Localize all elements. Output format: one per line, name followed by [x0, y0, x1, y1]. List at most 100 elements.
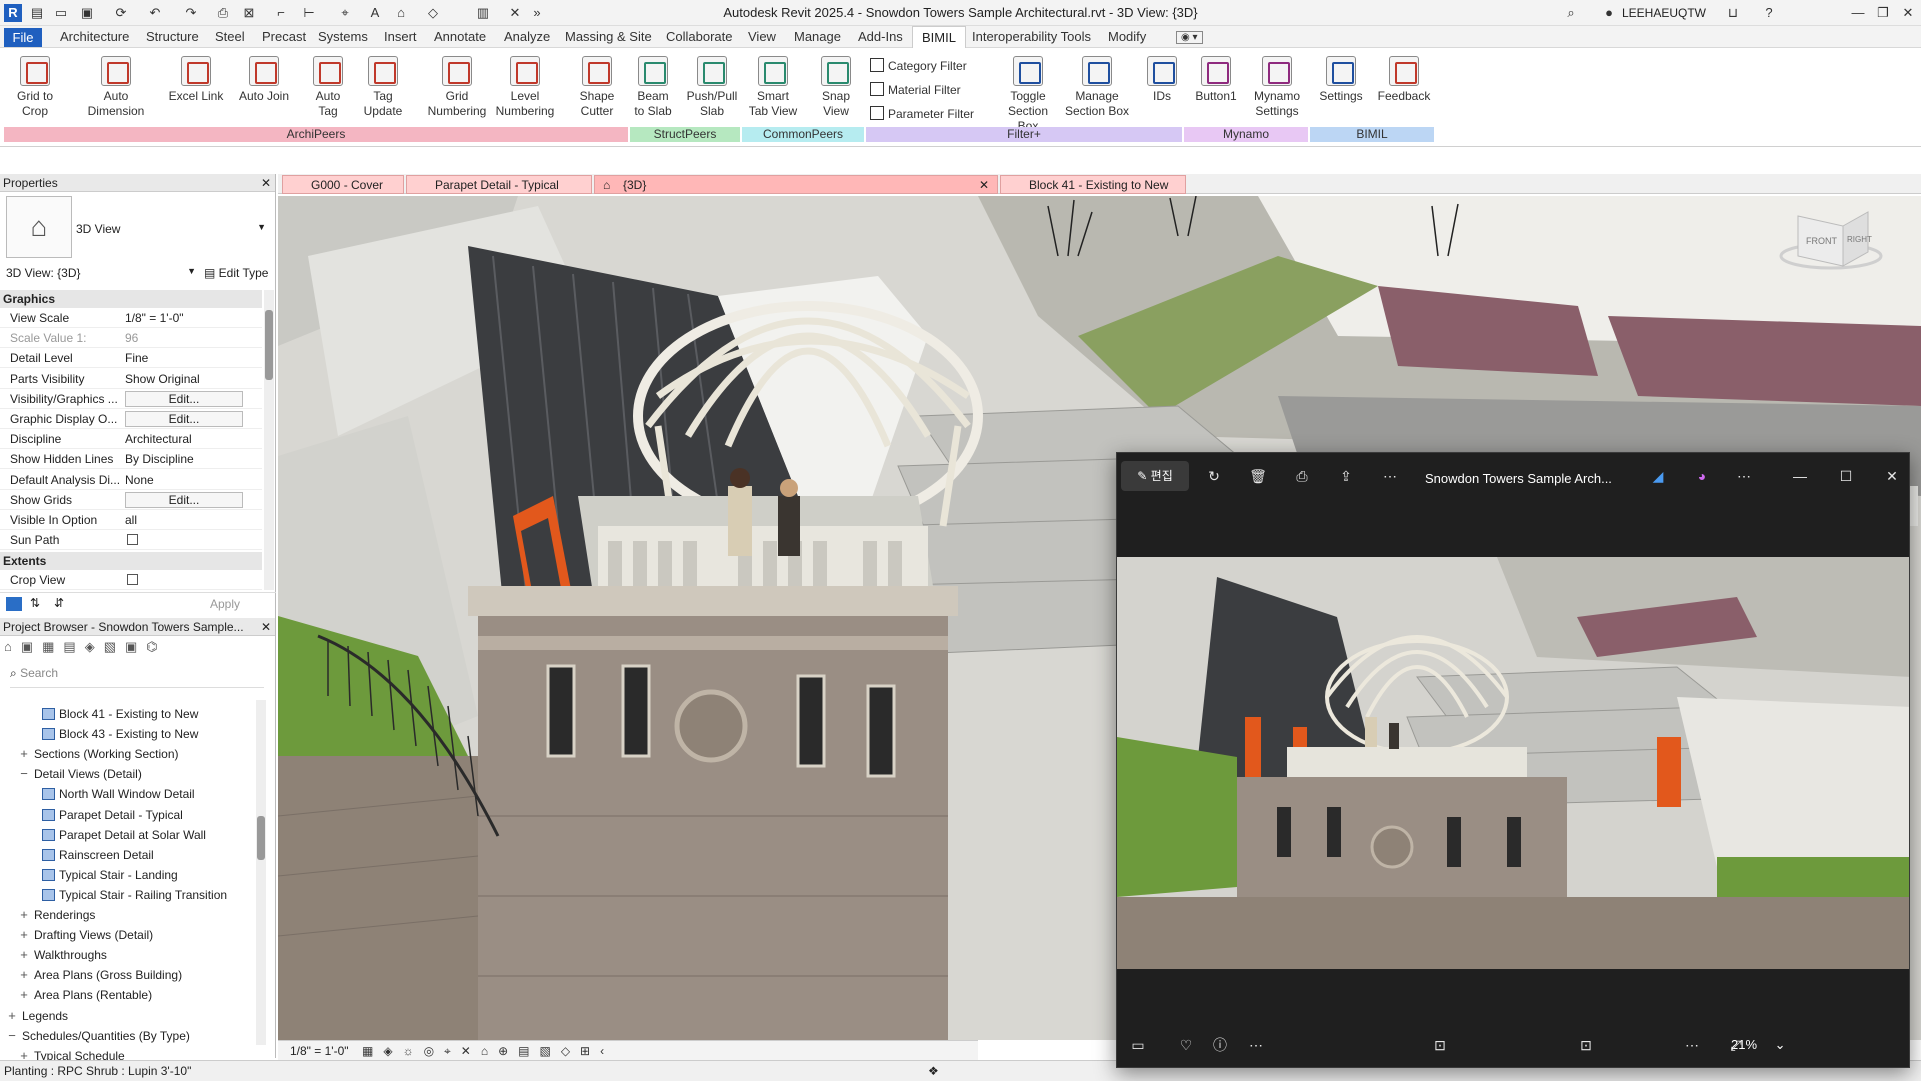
- browser-item[interactable]: + Legends: [6, 1006, 68, 1026]
- shape-cutter-button[interactable]: Shape Cutter: [574, 56, 620, 119]
- expand-icon[interactable]: +: [18, 985, 30, 1005]
- copilot-icon[interactable]: ◕: [1689, 464, 1715, 488]
- tab-g000-cover[interactable]: G000 - Cover: [282, 175, 404, 194]
- level-numbering-button[interactable]: Level Numbering: [492, 56, 558, 119]
- tab-collaborate[interactable]: Collaborate: [666, 29, 733, 44]
- panel-bimil[interactable]: BIMIL: [1310, 127, 1434, 142]
- sort-descending-icon[interactable]: ⇵: [54, 596, 64, 610]
- info-icon[interactable]: ⓘ: [1207, 1033, 1233, 1057]
- excel-link-button[interactable]: Excel Link: [166, 56, 226, 104]
- tab-add-ins[interactable]: Add-Ins: [858, 29, 903, 44]
- share-icon[interactable]: ⇪: [1333, 464, 1359, 488]
- browser-item[interactable]: + Sections (Working Section): [18, 744, 178, 764]
- grid-to-crop-button[interactable]: Grid to Crop: [10, 56, 60, 119]
- minimize-button[interactable]: —: [1846, 3, 1870, 23]
- fullscreen-icon[interactable]: ⤢: [1723, 1033, 1749, 1057]
- viewcube-front-label[interactable]: FRONT: [1806, 236, 1837, 246]
- tab-analyze[interactable]: Analyze: [504, 29, 550, 44]
- tab-3d[interactable]: ⌂ {3D} ✕: [594, 175, 998, 194]
- tab-massing-site[interactable]: Massing & Site: [565, 29, 652, 44]
- edit-button[interactable]: ✎ 편집: [1121, 461, 1189, 491]
- worksets-icon[interactable]: ❖: [928, 1061, 939, 1081]
- edit-type-button[interactable]: ▤ Edit Type: [204, 266, 268, 280]
- tab-insert[interactable]: Insert: [384, 29, 417, 44]
- panel-filter-plus[interactable]: Filter+: [866, 127, 1182, 142]
- browser-scrollbar[interactable]: [256, 700, 266, 1045]
- expand-icon[interactable]: +: [18, 925, 30, 945]
- manage-section-box-button[interactable]: Manage Section Box: [1060, 56, 1134, 119]
- panel-archipeers[interactable]: ArchiPeers: [4, 127, 628, 142]
- browser-item[interactable]: Block 43 - Existing to New: [42, 724, 198, 744]
- visual-search-icon[interactable]: ⊡: [1427, 1033, 1453, 1057]
- crop-view-checkbox[interactable]: [127, 574, 138, 585]
- browser-item[interactable]: Block 41 - Existing to New: [42, 704, 198, 724]
- tab-view[interactable]: View: [748, 29, 776, 44]
- sun-path-checkbox[interactable]: [127, 534, 138, 546]
- user-name[interactable]: LEEHAEUQTW: [1622, 6, 1706, 20]
- browser-item[interactable]: Parapet Detail at Solar Wall: [42, 825, 206, 845]
- feedback-button[interactable]: Feedback: [1376, 56, 1432, 104]
- browser-item[interactable]: + Renderings: [18, 905, 95, 925]
- collapse-icon[interactable]: −: [6, 1026, 18, 1046]
- type-selector[interactable]: 3D View ▼: [76, 222, 266, 236]
- browser-item[interactable]: Rainscreen Detail: [42, 845, 154, 865]
- grid-numbering-button[interactable]: Grid Numbering: [424, 56, 490, 119]
- maximize-button[interactable]: ☐: [1833, 464, 1859, 488]
- tab-architecture[interactable]: Architecture: [60, 29, 129, 44]
- tab-structure[interactable]: Structure: [146, 29, 199, 44]
- panel-commonpeers[interactable]: CommonPeers: [742, 127, 864, 142]
- rotate-icon[interactable]: ↻: [1201, 464, 1227, 488]
- expand-icon[interactable]: +: [18, 965, 30, 985]
- browser-item[interactable]: Parapet Detail - Typical: [42, 805, 183, 825]
- browser-search[interactable]: ⌕ Search: [10, 666, 264, 688]
- more-icon[interactable]: ⋯: [1377, 464, 1403, 488]
- panel-structpeers[interactable]: StructPeers: [630, 127, 740, 142]
- tab-manage[interactable]: Manage: [794, 29, 841, 44]
- browser-item[interactable]: + Area Plans (Rentable): [18, 985, 152, 1005]
- mynamo-settings-button[interactable]: Mynamo Settings: [1248, 56, 1306, 119]
- expand-icon[interactable]: +: [18, 945, 30, 965]
- tab-systems[interactable]: Systems: [318, 29, 368, 44]
- browser-item[interactable]: North Wall Window Detail: [42, 784, 195, 804]
- beam-to-slab-button[interactable]: Beam to Slab: [628, 56, 678, 119]
- delete-icon[interactable]: 🗑: [1245, 464, 1271, 488]
- tag-update-button[interactable]: Tag Update: [358, 56, 408, 119]
- ribbon-toggle-button[interactable]: ◉ ▾: [1176, 31, 1203, 44]
- categorized-icon[interactable]: [6, 597, 22, 611]
- tab-interoperability-tools[interactable]: Interoperability Tools: [972, 29, 1091, 44]
- tab-annotate[interactable]: Annotate: [434, 29, 486, 44]
- edit-button[interactable]: Edit...: [125, 411, 243, 427]
- browser-toolbar[interactable]: ⌂▣▦▤◈▧▣⌬: [4, 639, 274, 661]
- browser-item[interactable]: + Drafting Views (Detail): [18, 925, 153, 945]
- browser-item[interactable]: Typical Stair - Railing Transition: [42, 885, 227, 905]
- view-control-icons[interactable]: ▦◈☼◎⌖✕⌂⊕▤▧◇⊞‹: [362, 1041, 614, 1061]
- snap-view-button[interactable]: Snap View: [816, 56, 856, 119]
- section-graphics[interactable]: Graphics: [0, 290, 262, 308]
- user-icon[interactable]: ●: [1600, 4, 1618, 22]
- category-filter-button[interactable]: Category Filter: [870, 58, 967, 73]
- instance-selector[interactable]: 3D View: {3D} ▼: [6, 266, 196, 280]
- minimize-button[interactable]: —: [1787, 464, 1813, 488]
- button1-button[interactable]: Button1: [1190, 56, 1242, 104]
- close-icon[interactable]: ✕: [261, 174, 271, 192]
- browser-item[interactable]: + Walkthroughs: [18, 945, 107, 965]
- tab-bimil[interactable]: BIMIL: [912, 26, 966, 48]
- view-scale-label[interactable]: 1/8" = 1'-0": [290, 1041, 349, 1061]
- expand-icon[interactable]: +: [6, 1006, 18, 1026]
- print-icon[interactable]: ⎙: [1289, 464, 1315, 488]
- tab-precast[interactable]: Precast: [262, 29, 306, 44]
- apply-button[interactable]: Apply: [210, 597, 240, 611]
- sort-ascending-icon[interactable]: ⇅: [30, 596, 40, 610]
- tab-block-41[interactable]: Block 41 - Existing to New: [1000, 175, 1186, 194]
- browser-item[interactable]: + Area Plans (Gross Building): [18, 965, 182, 985]
- ids-button[interactable]: IDs: [1144, 56, 1180, 104]
- viewcube-right-label[interactable]: RIGHT: [1847, 235, 1872, 244]
- cart-icon[interactable]: ⊔: [1724, 4, 1742, 22]
- more-icon[interactable]: ⋯: [1243, 1033, 1269, 1057]
- favorite-icon[interactable]: ♡: [1173, 1033, 1199, 1057]
- more-icon[interactable]: ⋯: [1679, 1033, 1705, 1057]
- browser-item[interactable]: Typical Stair - Landing: [42, 865, 178, 885]
- designer-icon[interactable]: ◢: [1645, 464, 1671, 488]
- material-filter-button[interactable]: Material Filter: [870, 82, 961, 97]
- browser-item[interactable]: − Schedules/Quantities (By Type): [6, 1026, 190, 1046]
